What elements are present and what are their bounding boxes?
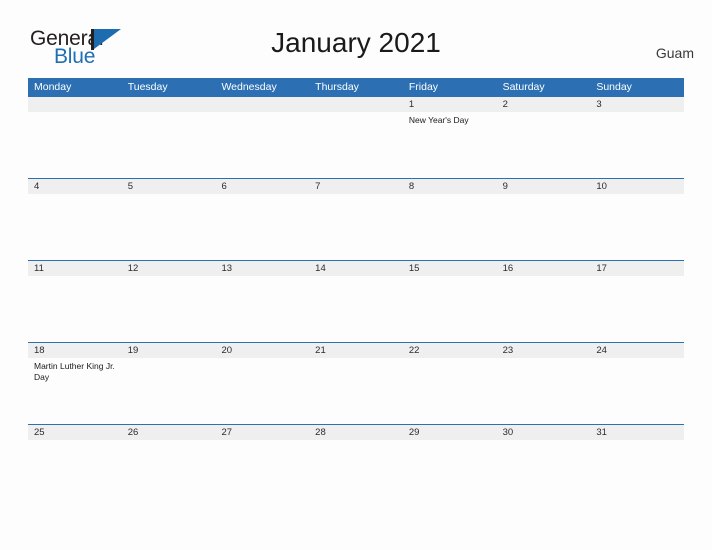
day-cell[interactable] (122, 440, 216, 505)
weekday-tuesday: Tuesday (127, 81, 168, 93)
date-number[interactable]: 2 (497, 97, 591, 112)
date-number[interactable]: 28 (309, 425, 403, 440)
calendar-week-row: 11 12 13 14 15 16 17 (28, 260, 684, 342)
week-date-band: 25 26 27 28 29 30 31 (28, 425, 684, 440)
week-event-band (28, 440, 684, 505)
week-event-band: Martin Luther King Jr. Day (28, 358, 684, 423)
calendar-week-row: 18 19 20 21 22 23 24 Martin Luther King … (28, 342, 684, 424)
weekday-wednesday: Wednesday (221, 81, 277, 93)
weekday-thursday: Thursday (315, 81, 359, 93)
date-number[interactable]: 18 (28, 343, 122, 358)
date-number[interactable]: 11 (28, 261, 122, 276)
date-number[interactable]: 22 (403, 343, 497, 358)
day-cell[interactable] (215, 276, 309, 341)
date-number[interactable]: 17 (590, 261, 684, 276)
day-cell[interactable] (28, 440, 122, 505)
day-cell[interactable] (590, 440, 684, 505)
date-number[interactable]: 27 (215, 425, 309, 440)
calendar-week-row: 4 5 6 7 8 9 10 (28, 178, 684, 260)
day-cell[interactable] (497, 194, 591, 259)
date-number[interactable]: 10 (590, 179, 684, 194)
date-number[interactable]: 30 (497, 425, 591, 440)
calendar-grid: Monday Tuesday Wednesday Thursday Friday… (28, 78, 684, 506)
day-cell[interactable] (215, 112, 309, 177)
date-number[interactable]: 16 (497, 261, 591, 276)
date-number[interactable]: 23 (497, 343, 591, 358)
date-number[interactable] (309, 97, 403, 112)
date-number[interactable] (122, 97, 216, 112)
page-title: January 2021 (271, 27, 441, 58)
date-number[interactable]: 4 (28, 179, 122, 194)
date-number[interactable]: 19 (122, 343, 216, 358)
day-cell[interactable] (122, 276, 216, 341)
day-cell[interactable] (590, 194, 684, 259)
week-event-band: New Year's Day (28, 112, 684, 177)
week-date-band: 1 2 3 (28, 97, 684, 112)
date-number[interactable]: 29 (403, 425, 497, 440)
date-number[interactable]: 9 (497, 179, 591, 194)
day-cell[interactable]: New Year's Day (403, 112, 497, 177)
weekday-saturday: Saturday (502, 81, 545, 93)
date-number[interactable]: 31 (590, 425, 684, 440)
day-cell[interactable] (590, 112, 684, 177)
date-number[interactable]: 14 (309, 261, 403, 276)
day-cell[interactable] (122, 358, 216, 423)
date-number[interactable]: 20 (215, 343, 309, 358)
day-cell[interactable] (590, 358, 684, 423)
day-cell[interactable] (122, 194, 216, 259)
date-number[interactable]: 5 (122, 179, 216, 194)
day-cell[interactable] (215, 358, 309, 423)
event-label: Martin Luther King Jr. Day (34, 361, 115, 382)
week-date-band: 4 5 6 7 8 9 10 (28, 179, 684, 194)
day-cell[interactable] (403, 440, 497, 505)
day-cell[interactable] (309, 440, 403, 505)
day-cell[interactable] (215, 440, 309, 505)
date-number[interactable]: 7 (309, 179, 403, 194)
date-number[interactable]: 3 (590, 97, 684, 112)
day-cell[interactable] (122, 112, 216, 177)
day-cell[interactable] (309, 358, 403, 423)
calendar-week-row: 1 2 3 New Year's Day (28, 96, 684, 178)
week-event-band (28, 194, 684, 259)
day-cell[interactable] (497, 440, 591, 505)
day-cell[interactable] (497, 112, 591, 177)
date-number[interactable] (215, 97, 309, 112)
weekday-friday: Friday (408, 81, 439, 93)
weekday-header-row: Monday Tuesday Wednesday Thursday Friday… (28, 78, 684, 96)
date-number[interactable]: 15 (403, 261, 497, 276)
date-number[interactable]: 12 (122, 261, 216, 276)
week-event-band (28, 276, 684, 341)
day-cell[interactable] (590, 276, 684, 341)
calendar-week-row: 25 26 27 28 29 30 31 (28, 424, 684, 506)
weekday-sunday: Sunday (596, 81, 632, 93)
week-date-band: 18 19 20 21 22 23 24 (28, 343, 684, 358)
date-number[interactable]: 26 (122, 425, 216, 440)
day-cell[interactable] (403, 194, 497, 259)
locale-label: Guam (655, 45, 694, 61)
day-cell[interactable] (309, 112, 403, 177)
date-number[interactable]: 8 (403, 179, 497, 194)
date-number[interactable]: 6 (215, 179, 309, 194)
day-cell[interactable] (309, 276, 403, 341)
weekday-monday: Monday (34, 81, 72, 93)
date-number[interactable]: 25 (28, 425, 122, 440)
day-cell[interactable] (28, 194, 122, 259)
event-label: New Year's Day (408, 115, 469, 125)
day-cell[interactable] (403, 358, 497, 423)
page-header: General Blue January 2021 Guam (0, 0, 712, 78)
day-cell[interactable] (28, 112, 122, 177)
date-number[interactable]: 1 (403, 97, 497, 112)
day-cell[interactable]: Martin Luther King Jr. Day (28, 358, 122, 423)
day-cell[interactable] (309, 194, 403, 259)
day-cell[interactable] (497, 358, 591, 423)
day-cell[interactable] (403, 276, 497, 341)
date-number[interactable] (28, 97, 122, 112)
date-number[interactable]: 21 (309, 343, 403, 358)
date-number[interactable]: 24 (590, 343, 684, 358)
week-date-band: 11 12 13 14 15 16 17 (28, 261, 684, 276)
day-cell[interactable] (28, 276, 122, 341)
day-cell[interactable] (215, 194, 309, 259)
date-number[interactable]: 13 (215, 261, 309, 276)
day-cell[interactable] (497, 276, 591, 341)
